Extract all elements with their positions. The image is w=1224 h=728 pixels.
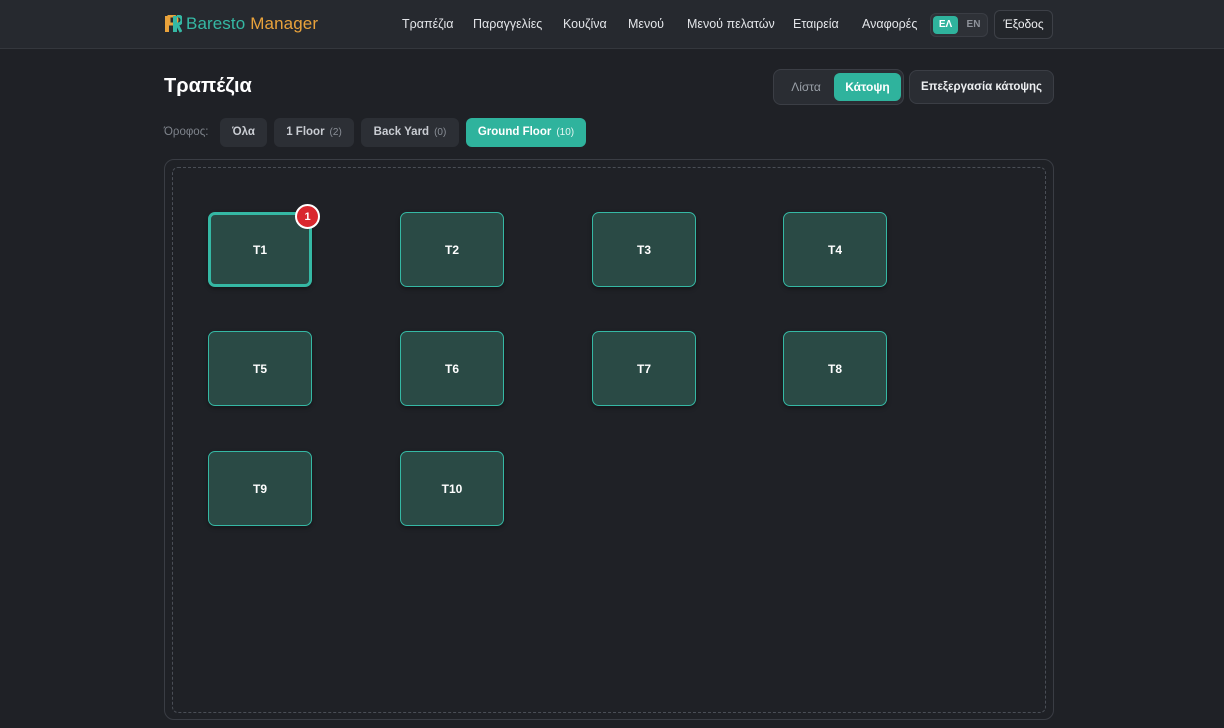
- lang-en-button[interactable]: EN: [961, 16, 986, 34]
- edit-floor-plan-button[interactable]: Επεξεργασία κάτοψης: [909, 70, 1054, 104]
- table-label: T3: [636, 242, 651, 257]
- table-label: T1: [252, 242, 267, 257]
- top-navigation-bar: Baresto Manager Τραπέζια Παραγγελίες Κου…: [0, 0, 1224, 49]
- list-view-button[interactable]: Λίστα: [777, 73, 835, 101]
- nav-orders[interactable]: Παραγγελίες: [473, 17, 542, 31]
- table-t6[interactable]: T6: [400, 331, 504, 406]
- floor-plan-view-button[interactable]: Κάτοψη: [834, 73, 901, 101]
- floor-chip-label: Back Yard: [373, 126, 430, 138]
- table-label: T5: [252, 361, 267, 376]
- logout-button[interactable]: Έξοδος: [994, 10, 1053, 39]
- table-t8[interactable]: T8: [783, 331, 887, 406]
- table-t3[interactable]: T3: [592, 212, 696, 287]
- table-t5[interactable]: T5: [208, 331, 312, 406]
- floor-chip-count: (10): [556, 127, 575, 138]
- table-label: T4: [827, 242, 842, 257]
- brand-logo[interactable]: Baresto Manager: [164, 13, 318, 35]
- table-label: T9: [252, 481, 267, 496]
- table-t7[interactable]: T7: [592, 331, 696, 406]
- nav-kitchen[interactable]: Κουζίνα: [563, 17, 607, 31]
- floor-chip-label: 1 Floor: [286, 126, 325, 138]
- nav-tables[interactable]: Τραπέζια: [402, 17, 453, 31]
- table-t1[interactable]: T1 1: [208, 204, 320, 287]
- table-label: T2: [444, 242, 459, 257]
- table-t9[interactable]: T9: [208, 451, 312, 526]
- floor-chip-label: Όλα: [232, 126, 255, 138]
- table-t2[interactable]: T2: [400, 212, 504, 287]
- floor-chip-count: (0): [434, 127, 447, 138]
- floor-filter-label: Όροφος:: [164, 126, 209, 138]
- logo-icon: [165, 15, 182, 33]
- table-t4[interactable]: T4: [783, 212, 887, 287]
- page-title: Τραπέζια: [164, 75, 252, 97]
- nav-customer-menu[interactable]: Μενού πελατών: [687, 17, 775, 31]
- table-label: T7: [636, 361, 651, 376]
- order-count-badge: 1: [295, 204, 320, 229]
- floor-chip-all[interactable]: Όλα: [220, 118, 267, 147]
- floor-chip-label: Ground Floor: [477, 126, 552, 138]
- floor-chip-count: (2): [329, 127, 342, 138]
- table-t10[interactable]: T10: [400, 451, 504, 526]
- lang-el-button[interactable]: ΕΛ: [933, 16, 958, 34]
- table-label: T8: [827, 361, 842, 376]
- floor-chip-ground-floor[interactable]: Ground Floor (10): [466, 118, 586, 147]
- nav-reports[interactable]: Αναφορές: [862, 17, 917, 31]
- floor-chip-1-floor[interactable]: 1 Floor (2): [274, 118, 354, 147]
- floor-chip-back-yard[interactable]: Back Yard (0): [361, 118, 459, 147]
- view-toggle: Λίστα Κάτοψη: [773, 69, 904, 105]
- nav-company[interactable]: Εταιρεία: [793, 17, 839, 31]
- language-switcher: ΕΛ EN: [930, 13, 988, 37]
- table-label: T6: [444, 361, 459, 376]
- brand-name: Baresto: [186, 14, 246, 33]
- brand-subtitle: Manager: [250, 14, 319, 33]
- nav-menu[interactable]: Μενού: [628, 17, 664, 31]
- table-label: T10: [441, 481, 463, 496]
